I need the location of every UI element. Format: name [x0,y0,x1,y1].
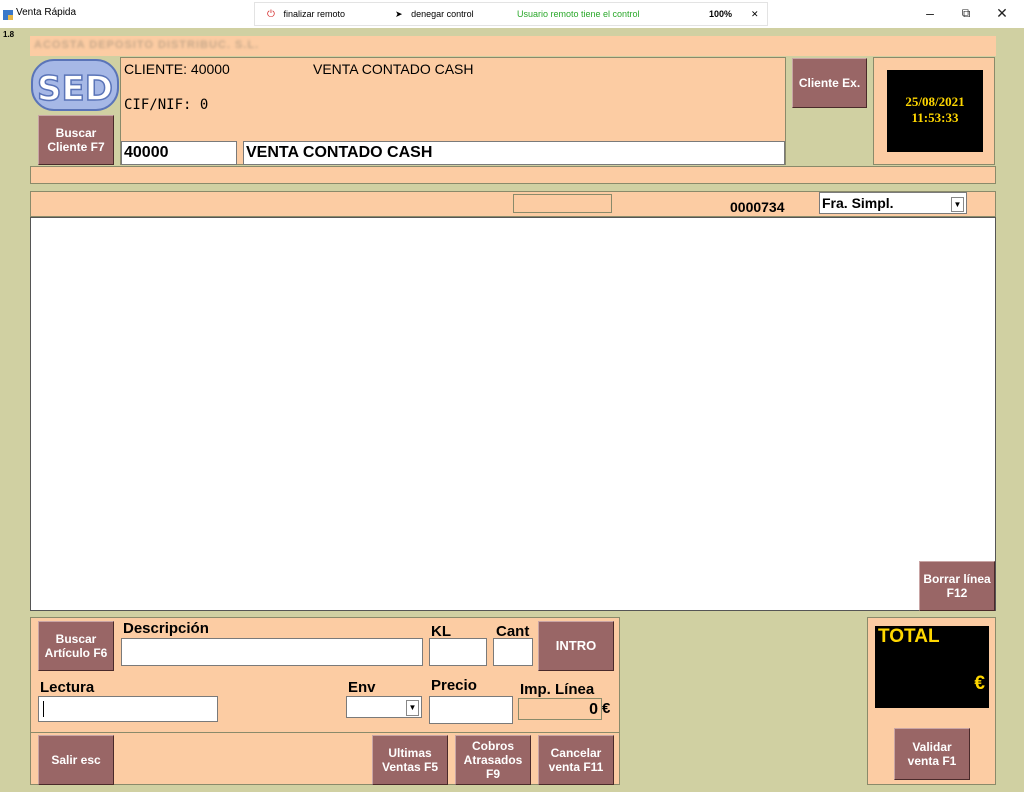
sale-lines-grid[interactable] [30,217,996,611]
ultimas-ventas-button[interactable]: Ultimas Ventas F5 [372,735,448,785]
clock-date: 25/08/2021 [905,94,965,109]
salir-button[interactable]: Salir esc [38,735,114,785]
cant-input[interactable] [493,638,533,666]
buscar-cliente-button[interactable]: Buscar Cliente F7 [38,115,114,165]
kl-input[interactable] [429,638,487,666]
app-icon [3,7,13,20]
client-code-label: CLIENTE: 40000 [124,61,230,77]
version-label: 1.8 [3,30,15,39]
invoice-header: 0000734 Fra. Simpl. ▼ [30,191,996,217]
remote-status-text: Usuario remoto tiene el control [517,9,640,19]
env-label: Env [348,679,376,696]
logo: SED [30,57,120,114]
imp-linea-label: Imp. Línea [520,681,595,698]
total-label: TOTAL [878,626,940,647]
cobros-atrasados-button[interactable]: Cobros Atrasados F9 [455,735,531,785]
entry-panel: Buscar Artículo F6 Descripción KL Cant I… [30,617,620,785]
descripcion-input[interactable] [121,638,423,666]
company-banner: ACOSTA DEPOSITO DISTRIBUC. S.L. [30,36,996,56]
chevron-down-icon[interactable]: ▼ [406,700,419,716]
total-panel: TOTAL € Validar venta F1 [867,617,996,785]
divider [31,732,619,733]
zoom-level: 100% [709,9,733,19]
restore-button[interactable]: ⧉ [948,0,984,28]
lectura-label: Lectura [40,679,95,696]
client-name-field[interactable]: VENTA CONTADO CASH [243,141,785,165]
precio-label: Precio [431,677,477,694]
imp-linea-value-box: 0 [518,698,602,720]
total-currency: € [974,673,985,694]
clock-panel: 25/08/2021 11:53:33 [873,57,995,165]
borrar-linea-button[interactable]: Borrar línea F12 [919,561,995,611]
finalizar-remoto-button[interactable]: ⏻ finalizar remoto [267,9,345,20]
minimize-button[interactable]: – [912,0,948,28]
descripcion-label: Descripción [123,620,209,637]
invoice-type-select[interactable]: Fra. Simpl. ▼ [819,192,967,214]
window-title: Venta Rápida [16,7,77,18]
close-button[interactable]: ✕ [984,0,1020,28]
env-select[interactable]: ▼ [346,696,422,718]
client-code-field[interactable]: 40000 [121,141,237,165]
euro-sign: € [602,700,611,717]
invoice-number: 0000734 [730,199,785,215]
clock-time: 11:53:33 [911,110,959,125]
imp-linea-value: 0 [589,701,598,718]
remote-control-bar: ⏻ finalizar remoto ➤ denegar control Usu… [254,2,768,26]
text-cursor [43,701,44,717]
company-name: ACOSTA DEPOSITO DISTRIBUC. S.L. [34,39,260,51]
client-name-label: VENTA CONTADO CASH [313,61,474,77]
pin-icon[interactable]: ✕ [751,9,759,20]
info-strip [30,166,996,184]
progress-box [513,194,612,213]
client-panel: CLIENTE: 40000 VENTA CONTADO CASH CIF/NI… [120,57,786,165]
cursor-icon: ➤ [395,9,403,19]
total-display: TOTAL € [875,626,989,708]
validar-venta-button[interactable]: Validar venta F1 [894,728,970,780]
clock-display: 25/08/2021 11:53:33 [887,70,983,152]
logo-text: SED [37,69,113,109]
power-icon: ⏻ [267,9,275,20]
lectura-input[interactable] [38,696,218,722]
intro-button[interactable]: INTRO [538,621,614,671]
title-bar: Venta Rápida ⏻ finalizar remoto ➤ denega… [0,0,1024,28]
client-cif-label: CIF/NIF: 0 [124,97,209,113]
precio-input[interactable] [429,696,513,724]
sed-logo-icon: SED [31,59,119,111]
chevron-down-icon[interactable]: ▼ [951,197,964,212]
cliente-ex-button[interactable]: Cliente Ex. [792,58,867,108]
buscar-articulo-button[interactable]: Buscar Artículo F6 [38,621,114,671]
denegar-control-button[interactable]: ➤ denegar control [395,9,474,20]
cancelar-venta-button[interactable]: Cancelar venta F11 [538,735,614,785]
